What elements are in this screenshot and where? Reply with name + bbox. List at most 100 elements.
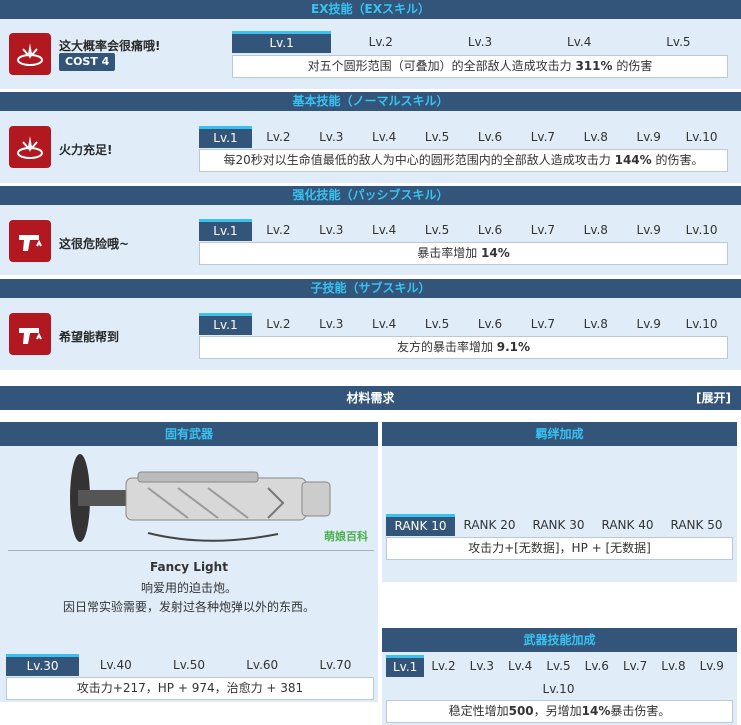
weapon-level-tab-2[interactable]: Lv.40 (79, 654, 152, 676)
sub-level-tab-3[interactable]: Lv.3 (305, 313, 358, 335)
weapon-skill-level-tab-4[interactable]: Lv.4 (501, 655, 539, 677)
enhanced-skill-panel: 这很危险哦~ Lv.1 Lv.2 Lv.3 Lv.4 Lv.5 Lv.6 Lv.7 Lv.8 L… (0, 205, 741, 275)
weapon-divider (8, 550, 374, 551)
weapon-level-tab-3[interactable]: Lv.50 (152, 654, 225, 676)
weapon-skill-level-tab-8[interactable]: Lv.8 (654, 655, 692, 677)
basic-skill-panel: 火力充足! Lv.1 Lv.2 Lv.3 Lv.4 Lv.5 Lv.6 Lv.7 Lv.8 Lv… (0, 111, 741, 183)
weapon-skill-section: 武器技能加成 Lv.1 Lv.2 Lv.3 Lv.4 Lv.5 Lv.6 Lv.7 Lv.8 L… (382, 628, 737, 725)
sub-skill-name: 希望能帮到 (59, 330, 120, 344)
pistol-icon (9, 220, 51, 262)
basic-level-tab-1[interactable]: Lv.1 (199, 126, 252, 148)
enhanced-level-tab-3[interactable]: Lv.3 (305, 219, 358, 241)
basic-skill-description: 每20秒对以生命值最低的敌人为中心的圆形范围内的全部敌人造成攻击力 144% 的… (199, 149, 728, 172)
weapon-skill-level-tab-7[interactable]: Lv.7 (616, 655, 654, 677)
enhanced-level-tab-6[interactable]: Lv.6 (464, 219, 517, 241)
materials-bar[interactable]: 材料需求 [展开] (0, 386, 741, 410)
explosion-icon (9, 33, 51, 75)
weapon-header: 固有武器 (0, 422, 378, 446)
enhanced-level-tab-8[interactable]: Lv.8 (569, 219, 622, 241)
weapon-skill-level-tabs: Lv.1 Lv.2 Lv.3 Lv.4 Lv.5 Lv.6 Lv.7 Lv.8 Lv.9 (386, 655, 731, 677)
enhanced-level-tab-7[interactable]: Lv.7 (516, 219, 569, 241)
enhanced-skill-description: 暴击率增加 14% (199, 242, 728, 265)
sub-level-tab-5[interactable]: Lv.5 (411, 313, 464, 335)
sub-level-tab-6[interactable]: Lv.6 (464, 313, 517, 335)
weapon-skill-level-tab-5[interactable]: Lv.5 (539, 655, 577, 677)
pistol-icon (9, 313, 51, 355)
weapon-stats: 攻击力+217，HP + 974，治愈力 + 381 (6, 677, 374, 700)
bond-rank-tab-1[interactable]: RANK 10 (386, 514, 455, 536)
weapon-name: Fancy Light (150, 560, 228, 574)
sub-level-tab-8[interactable]: Lv.8 (569, 313, 622, 335)
bond-stats: 攻击力+[无数据]，HP + [无数据] (386, 537, 733, 560)
sub-skill-header: 子技能（サブスキル） (0, 279, 741, 298)
weapon-skill-level-tab-2[interactable]: Lv.2 (424, 655, 462, 677)
weapon-section: 固有武器 萌娘百科 Fancy Light 响爱用的迫击炮。 因日常实验需要，发… (0, 422, 378, 702)
weapon-skill-header: 武器技能加成 (382, 628, 737, 652)
bond-rank-tab-2[interactable]: RANK 20 (455, 514, 524, 536)
ex-skill-name: 这大概率会很痛哦! (59, 39, 161, 53)
explosion-icon (9, 126, 51, 168)
cost-badge: COST 4 (59, 53, 116, 71)
weapon-level-tab-4[interactable]: Lv.60 (226, 654, 299, 676)
weapon-level-tab-1[interactable]: Lv.30 (6, 654, 80, 676)
basic-level-tab-8[interactable]: Lv.8 (569, 126, 622, 148)
sub-level-tab-4[interactable]: Lv.4 (358, 313, 411, 335)
enhanced-level-tab-1[interactable]: Lv.1 (199, 219, 252, 241)
sub-skill-description: 友方的暴击率增加 9.1% (199, 336, 728, 359)
basic-level-tab-5[interactable]: Lv.5 (411, 126, 464, 148)
watermark-logo: 萌娘百科 (324, 530, 368, 543)
enhanced-skill-header: 强化技能（パッシブスキル） (0, 186, 741, 205)
sub-level-tab-7[interactable]: Lv.7 (516, 313, 569, 335)
ex-level-tab-3[interactable]: Lv.3 (430, 31, 529, 53)
enhanced-level-tabs: Lv.1 Lv.2 Lv.3 Lv.4 Lv.5 Lv.6 Lv.7 Lv.8 Lv.9 Lv.1… (199, 219, 728, 241)
weapon-skill-level-tab-1[interactable]: Lv.1 (386, 655, 425, 677)
bond-section: 羁绊加成 RANK 10 RANK 20 RANK 30 RANK 40 RANK 50… (382, 422, 737, 582)
enhanced-level-tab-10[interactable]: Lv.10 (675, 219, 728, 241)
basic-skill-header: 基本技能（ノーマルスキル） (0, 92, 741, 111)
weapon-skill-description: 稳定性增加500，另增加14%暴击伤害。 (386, 700, 733, 723)
ex-skill-description: 对五个圆形范围（可叠加）的全部敌人造成攻击力 311% 的伤害 (232, 55, 728, 78)
enhanced-level-tab-4[interactable]: Lv.4 (358, 219, 411, 241)
weapon-desc-line2: 因日常实验需要，发射过各种炮弹以外的东西。 (62, 600, 315, 614)
basic-skill-name: 火力充足! (59, 143, 113, 157)
enhanced-level-tab-9[interactable]: Lv.9 (622, 219, 675, 241)
bond-header: 羁绊加成 (382, 422, 737, 446)
weapon-skill-level-tab-9[interactable]: Lv.9 (693, 655, 731, 677)
sub-skill-panel: 希望能帮到 Lv.1 Lv.2 Lv.3 Lv.4 Lv.5 Lv.6 Lv.7 Lv.8 Lv… (0, 298, 741, 370)
bond-rank-tab-4[interactable]: RANK 40 (593, 514, 662, 536)
sub-level-tab-10[interactable]: Lv.10 (675, 313, 728, 335)
basic-level-tab-2[interactable]: Lv.2 (252, 126, 305, 148)
weapon-level-tab-5[interactable]: Lv.70 (299, 654, 372, 676)
weapon-skill-level-tab-6[interactable]: Lv.6 (578, 655, 616, 677)
basic-level-tab-7[interactable]: Lv.7 (516, 126, 569, 148)
sub-level-tab-9[interactable]: Lv.9 (622, 313, 675, 335)
enhanced-level-tab-5[interactable]: Lv.5 (411, 219, 464, 241)
enhanced-skill-name: 这很危险哦~ (59, 237, 130, 251)
basic-level-tab-9[interactable]: Lv.9 (622, 126, 675, 148)
enhanced-level-tab-2[interactable]: Lv.2 (252, 219, 305, 241)
ex-skill-header: EX技能（EXスキル） (0, 0, 741, 19)
ex-level-tab-1[interactable]: Lv.1 (232, 31, 332, 53)
weapon-desc-line1: 响爱用的迫击炮。 (140, 581, 237, 595)
bond-rank-tabs: RANK 10 RANK 20 RANK 30 RANK 40 RANK 50 (386, 514, 731, 536)
bond-rank-tab-5[interactable]: RANK 50 (662, 514, 731, 536)
ex-level-tab-5[interactable]: Lv.5 (629, 31, 728, 53)
weapon-level-tabs: Lv.30 Lv.40 Lv.50 Lv.60 Lv.70 (6, 654, 372, 676)
weapon-image: 萌娘百科 (8, 448, 374, 548)
basic-level-tab-4[interactable]: Lv.4 (358, 126, 411, 148)
sub-level-tab-2[interactable]: Lv.2 (252, 313, 305, 335)
expand-link[interactable]: [展开] (696, 386, 731, 410)
weapon-skill-level-tab-3[interactable]: Lv.3 (463, 655, 501, 677)
basic-level-tabs: Lv.1 Lv.2 Lv.3 Lv.4 Lv.5 Lv.6 Lv.7 Lv.8 Lv.9 Lv.1… (199, 126, 728, 148)
ex-level-tabs: Lv.1 Lv.2 Lv.3 Lv.4 Lv.5 (232, 31, 728, 53)
weapon-skill-tab-lv10[interactable]: Lv.10 (386, 679, 731, 699)
materials-title: 材料需求 (346, 391, 395, 405)
ex-skill-panel: 这大概率会很痛哦! COST 4 Lv.1 Lv.2 Lv.3 Lv.4 Lv.5 对五… (0, 19, 741, 89)
ex-level-tab-4[interactable]: Lv.4 (530, 31, 629, 53)
basic-level-tab-3[interactable]: Lv.3 (305, 126, 358, 148)
ex-level-tab-2[interactable]: Lv.2 (331, 31, 430, 53)
basic-level-tab-10[interactable]: Lv.10 (675, 126, 728, 148)
bond-rank-tab-3[interactable]: RANK 30 (524, 514, 593, 536)
sub-level-tab-1[interactable]: Lv.1 (199, 313, 252, 335)
basic-level-tab-6[interactable]: Lv.6 (464, 126, 517, 148)
